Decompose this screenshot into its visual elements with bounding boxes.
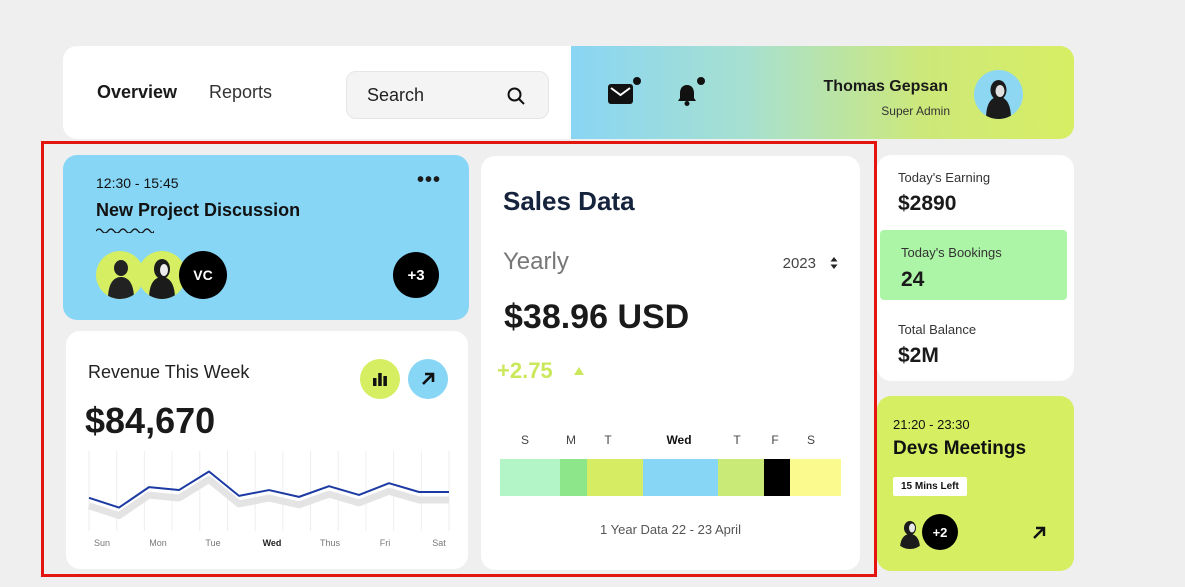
- sales-data-card: Sales Data Yearly 2023 $38.96 USD +2.75 …: [481, 156, 860, 570]
- sales-bar-segment: [764, 459, 790, 496]
- sort-icon[interactable]: [830, 256, 838, 270]
- trend-up-icon: [574, 367, 584, 375]
- day-label-wed: Wed: [262, 538, 282, 548]
- bell-notification-dot: [697, 77, 705, 85]
- devs-meeting-title: Devs Meetings: [893, 438, 1027, 459]
- year-select[interactable]: 2023: [783, 255, 816, 272]
- search-input[interactable]: Search: [346, 71, 549, 119]
- meeting-title: New Project Discussion: [96, 200, 301, 220]
- arrow-up-right-icon[interactable]: [1032, 526, 1046, 540]
- sales-title: Sales Data: [503, 186, 635, 216]
- more-attendees-badge[interactable]: +3: [393, 252, 439, 298]
- time-left-badge: 15 Mins Left: [893, 477, 967, 496]
- week-letter: T: [733, 433, 741, 447]
- week-letter: S: [520, 433, 529, 447]
- meeting-time: 12:30 - 15:45: [96, 175, 179, 191]
- squiggle-decoration: [96, 228, 154, 233]
- day-label-sun: Sun: [93, 538, 110, 548]
- user-header: Thomas Gepsan Super Admin: [571, 46, 1074, 139]
- user-role: Super Admin: [881, 104, 950, 118]
- person-silhouette: [108, 260, 134, 299]
- revenue-title: Revenue This Week: [88, 362, 250, 382]
- earning-value: $2890: [898, 192, 957, 215]
- person-silhouette: [986, 80, 1011, 119]
- booking-label: Today's Bookings: [901, 245, 1002, 260]
- revenue-value: $84,670: [85, 400, 216, 441]
- day-label-sat: Sat: [432, 538, 446, 548]
- balance-label: Total Balance: [898, 322, 977, 337]
- booking-value: 24: [901, 268, 925, 291]
- expand-button[interactable]: [408, 359, 448, 399]
- day-label-tue: Tue: [205, 538, 221, 548]
- arrow-up-right-icon: [422, 372, 435, 385]
- period-label: Yearly: [503, 248, 569, 275]
- sales-bar-segment: [560, 459, 587, 496]
- sales-bar-segment: [718, 459, 764, 496]
- balance-value: $2M: [898, 344, 939, 367]
- revenue-card: Revenue This Week $84,670 Sun Mon Tue Wed Th…: [66, 331, 468, 569]
- day-label-thus: Thus: [320, 538, 341, 548]
- tab-overview[interactable]: Overview: [97, 82, 177, 103]
- change-value: +2.75: [497, 358, 553, 383]
- week-letter: Wed: [666, 433, 692, 447]
- user-name: Thomas Gepsan: [823, 78, 948, 95]
- sales-bar-segment: [500, 459, 560, 496]
- mail-notification-dot: [633, 77, 641, 85]
- sales-value: $38.96 USD: [504, 298, 690, 336]
- bookings-tile[interactable]: Today's Bookings 24: [880, 230, 1067, 300]
- day-label-mon: Mon: [149, 538, 167, 548]
- revenue-line-chart: [87, 451, 450, 531]
- avatar-initials: VC: [179, 251, 227, 299]
- search-icon[interactable]: [506, 86, 526, 106]
- week-letter: M: [566, 433, 576, 447]
- devs-meeting-time: 21:20 - 23:30: [893, 417, 970, 432]
- bar-chart-icon: [373, 373, 387, 386]
- sales-bar-segment: [643, 459, 718, 496]
- mail-icon[interactable]: [608, 84, 633, 104]
- user-avatar[interactable]: [974, 70, 1023, 119]
- day-label-fri: Fri: [379, 538, 391, 548]
- devs-meeting-card[interactable]: 21:20 - 23:30 Devs Meetings 15 Mins Left…: [877, 396, 1074, 571]
- week-letter: F: [771, 433, 779, 447]
- earning-label: Today's Earning: [898, 170, 991, 185]
- more-icon[interactable]: •••: [417, 169, 441, 192]
- bell-icon[interactable]: [677, 84, 697, 106]
- more-attendees-badge[interactable]: +2: [922, 514, 958, 550]
- sales-bar-segment: [587, 459, 643, 496]
- sales-footer: 1 Year Data 22 - 23 April: [600, 522, 741, 537]
- week-letter: T: [604, 433, 612, 447]
- meeting-card[interactable]: 12:30 - 15:45 New Project Discussion •••…: [63, 155, 469, 320]
- tab-reports[interactable]: Reports: [209, 82, 272, 103]
- avatar: [96, 251, 144, 299]
- sales-bar-segment: [790, 459, 841, 496]
- week-letter: S: [806, 433, 815, 447]
- bar-chart-button[interactable]: [360, 359, 400, 399]
- search-label: Search: [367, 85, 425, 105]
